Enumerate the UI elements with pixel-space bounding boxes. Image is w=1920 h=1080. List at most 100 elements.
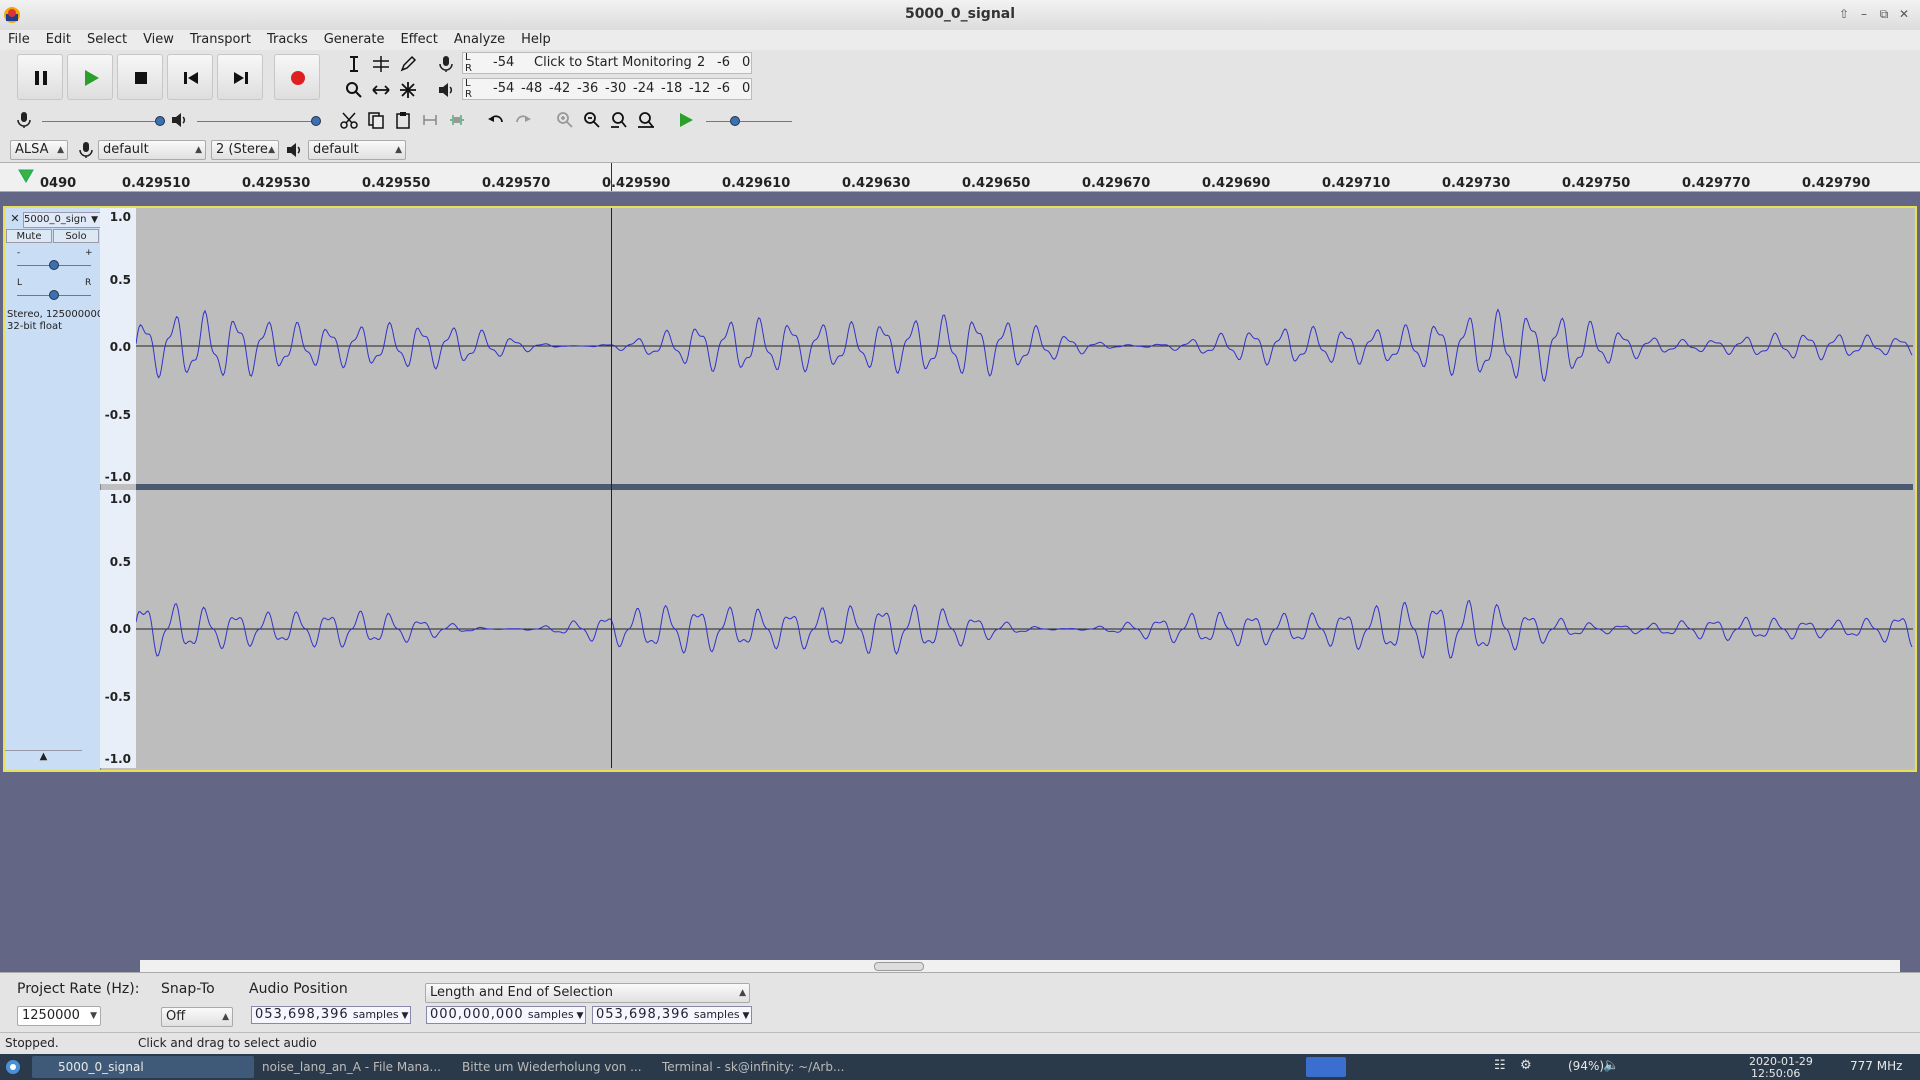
menu-analyze[interactable]: Analyze (446, 30, 513, 50)
waveform-channel-right[interactable] (135, 490, 1913, 768)
audio-position-field[interactable]: 053,698,396 samples ▼ (251, 1006, 411, 1024)
zoom-tool[interactable] (342, 78, 366, 102)
chevron-down-icon: ▼ (91, 215, 98, 225)
vruler-label: -0.5 (104, 690, 131, 704)
selection-length-field[interactable]: 000,000,000 samples ▼ (426, 1006, 586, 1024)
recording-device-select[interactable]: default ▲ (98, 140, 206, 160)
draw-tool[interactable] (396, 52, 420, 76)
menu-file[interactable]: File (0, 30, 38, 50)
playback-meter-scale: -12 (689, 81, 711, 96)
monitoring-prompt[interactable]: Click to Start Monitoring (534, 53, 692, 73)
task-file-manager[interactable]: noise_lang_an_A - File Mana... (236, 1056, 458, 1078)
fit-selection-button[interactable] (607, 108, 631, 132)
menu-help[interactable]: Help (513, 30, 559, 50)
skip-to-end-button[interactable] (217, 54, 263, 100)
task-browser[interactable]: Bitte um Wiederholung von ... (436, 1056, 658, 1078)
track-close-icon[interactable]: ✕ (9, 212, 21, 226)
waveform-channel-left[interactable] (135, 208, 1913, 484)
paste-button[interactable] (391, 108, 415, 132)
menu-tracks[interactable]: Tracks (259, 30, 316, 50)
playback-meter-scale: -54 (493, 81, 515, 96)
menu-transport[interactable]: Transport (182, 30, 259, 50)
task-terminal[interactable]: Terminal - sk@infinity: ~/Arb... (636, 1056, 858, 1078)
menu-view[interactable]: View (135, 30, 182, 50)
timeline-ruler[interactable]: 0490 0.429510 0.429530 0.429550 0.429570… (0, 163, 1920, 192)
microphone-icon (439, 56, 453, 72)
start-menu-icon[interactable] (4, 1058, 24, 1076)
gain-knob[interactable] (49, 260, 59, 270)
play-at-speed-button[interactable] (674, 108, 698, 132)
updown-icon: ▲ (268, 145, 275, 155)
cut-button[interactable] (337, 108, 361, 132)
record-meter-mic[interactable] (434, 52, 458, 76)
redo-button[interactable] (511, 108, 535, 132)
mute-button[interactable]: Mute (6, 229, 52, 243)
record-button[interactable] (274, 54, 320, 100)
fit-project-button[interactable] (634, 108, 658, 132)
selection-tool[interactable] (342, 52, 366, 76)
play-speed-slider[interactable] (706, 121, 792, 122)
volume-icon[interactable]: 🔈 (1603, 1058, 1619, 1073)
undo-button[interactable] (484, 108, 508, 132)
playback-volume-slider[interactable] (197, 121, 317, 122)
selection-mode-select[interactable]: Length and End of Selection ▲ (425, 983, 750, 1003)
redo-icon (516, 115, 531, 123)
snap-to-select[interactable]: Off ▲ (161, 1007, 233, 1027)
waveform-right (135, 600, 1913, 659)
pan-knob[interactable] (49, 290, 59, 300)
updown-icon: ▲ (57, 145, 64, 155)
collapse-track-icon[interactable]: ▲ (5, 750, 82, 767)
menu-select[interactable]: Select (79, 30, 135, 50)
pause-button[interactable] (17, 54, 63, 100)
vruler-label: -1.0 (104, 752, 131, 766)
recording-channels-select[interactable]: 2 (Stere ▲ (211, 140, 279, 160)
playback-meter-scale: -30 (605, 81, 627, 96)
recording-volume-knob[interactable] (155, 116, 165, 126)
play-button[interactable] (67, 54, 113, 100)
skip-to-start-button[interactable] (167, 54, 213, 100)
multi-tool[interactable] (396, 78, 420, 102)
playback-meter[interactable]: L R -54 -48 -42 -36 -30 -24 -18 -12 -6 0 (462, 78, 752, 100)
zoom-in-button[interactable] (553, 108, 577, 132)
play-speed-knob[interactable] (730, 116, 740, 126)
project-rate-combo[interactable]: 1250000 ▼ (17, 1006, 101, 1026)
zoom-out-button[interactable] (580, 108, 604, 132)
horizontal-scrollbar[interactable] (140, 960, 1900, 972)
pencil-icon (400, 55, 417, 72)
menu-edit[interactable]: Edit (38, 30, 79, 50)
settings-icon[interactable]: ⚙ (1520, 1058, 1532, 1073)
play-icon (85, 70, 99, 86)
workspace-switcher[interactable] (1306, 1057, 1346, 1077)
play-head-triangle-icon[interactable] (18, 169, 34, 183)
window-up-icon[interactable]: ⇧ (1836, 6, 1852, 22)
task-audacity[interactable]: 5000_0_signal (32, 1056, 254, 1078)
menu-generate[interactable]: Generate (316, 30, 393, 50)
playback-meter-speaker[interactable] (434, 78, 458, 102)
network-icon[interactable]: ☷ (1494, 1058, 1506, 1073)
selection-end-field[interactable]: 053,698,396 samples ▼ (592, 1006, 752, 1024)
track-name-menu[interactable]: 5000_0_sign ▼ (23, 212, 101, 228)
copy-button[interactable] (364, 108, 388, 132)
playback-meter-r-label: R (465, 89, 472, 100)
audio-host-select[interactable]: ALSA ▲ (10, 140, 68, 160)
silence-button[interactable] (445, 108, 469, 132)
chevron-down-icon: ▼ (573, 1011, 584, 1021)
time-shift-tool[interactable] (369, 78, 393, 102)
updown-icon: ▲ (739, 988, 746, 998)
solo-button[interactable]: Solo (53, 229, 99, 243)
ruler-tick: 0.429750 (1562, 176, 1631, 191)
playback-meter-scale: -36 (577, 81, 599, 96)
envelope-tool[interactable] (369, 52, 393, 76)
recording-volume-slider[interactable] (42, 121, 162, 122)
menu-effect[interactable]: Effect (392, 30, 445, 50)
playback-device-select[interactable]: default ▲ (308, 140, 406, 160)
window-maximize-icon[interactable]: ⧉ (1876, 6, 1892, 22)
window-minimize-icon[interactable]: – (1856, 6, 1872, 22)
scrollbar-thumb[interactable] (874, 962, 924, 971)
record-meter[interactable]: L R -54 Click to Start Monitoring 2 -6 0 (462, 52, 752, 74)
trim-button[interactable] (418, 108, 442, 132)
window-close-icon[interactable]: ✕ (1896, 6, 1912, 22)
playback-volume-knob[interactable] (311, 116, 321, 126)
stop-button[interactable] (117, 54, 163, 100)
clock-time[interactable]: 12:50:06 (1751, 1067, 1800, 1080)
